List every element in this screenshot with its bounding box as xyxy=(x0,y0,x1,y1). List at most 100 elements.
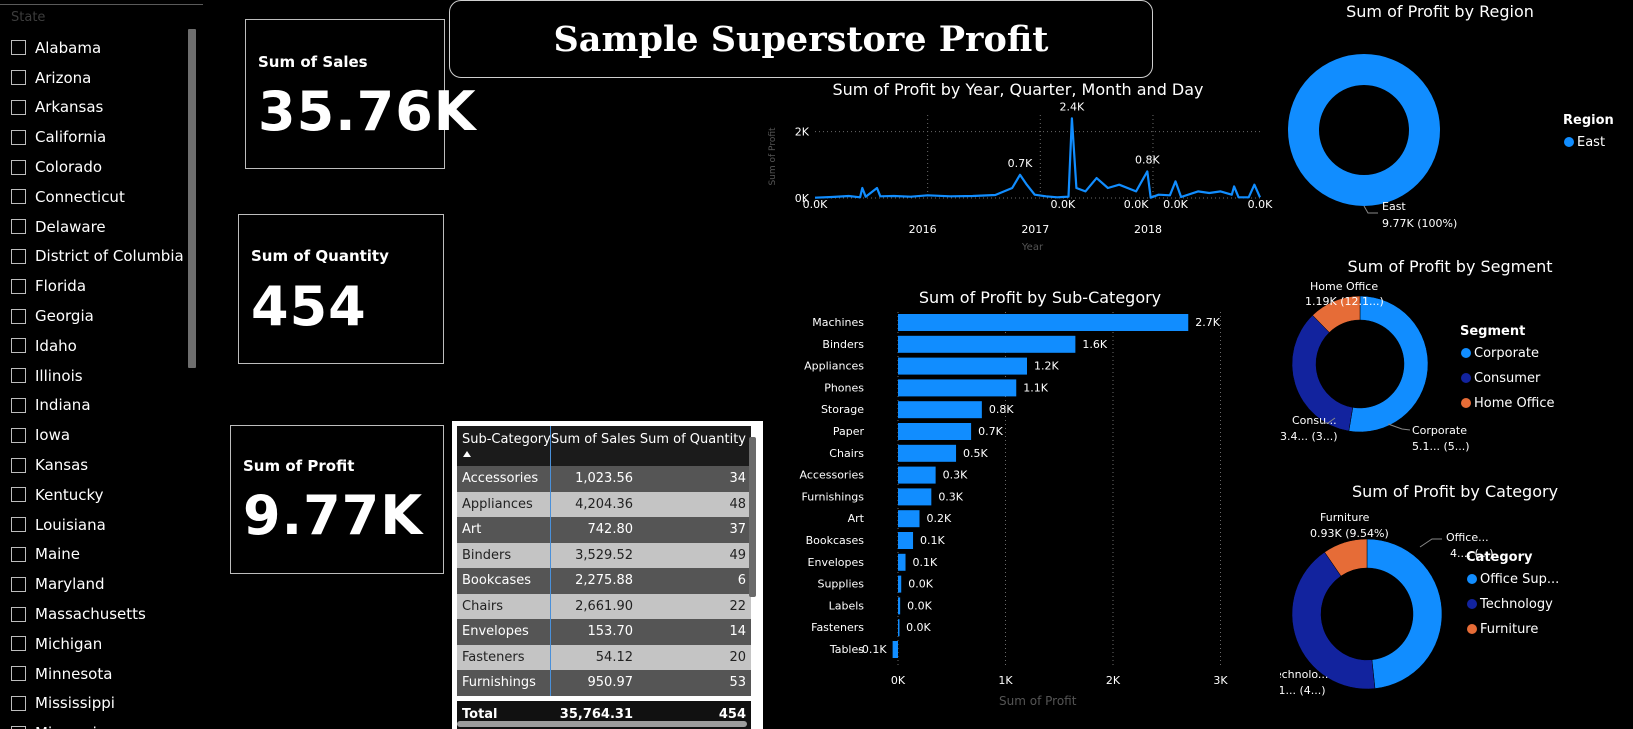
slicer-item[interactable]: Georgia xyxy=(11,301,191,331)
card-sum-of-sales: Sum of Sales 35.76K xyxy=(245,19,476,169)
table-row[interactable]: Bookcases 2,275.88 6 xyxy=(457,568,751,594)
leader-line xyxy=(1419,538,1442,548)
checkbox[interactable] xyxy=(11,159,26,175)
slicer-item[interactable]: Arizona xyxy=(11,63,191,93)
checkbox[interactable] xyxy=(11,636,26,652)
slicer-item-label: Illinois xyxy=(35,366,83,385)
slicer-item[interactable]: Indiana xyxy=(11,391,191,421)
table-cell: 54.12 xyxy=(595,649,633,665)
data-label: Furniture xyxy=(1320,511,1370,524)
column-header-sum-of-sales[interactable]: Sum of Sales xyxy=(551,426,638,466)
slicer-scrollbar[interactable] xyxy=(188,29,196,368)
data-label: 0.8K xyxy=(1135,153,1160,166)
checkbox[interactable] xyxy=(11,248,26,264)
slicer-item[interactable]: Louisiana xyxy=(11,510,191,540)
checkbox[interactable] xyxy=(11,517,26,533)
slicer-item[interactable]: Massachusetts xyxy=(11,599,191,629)
slicer-item[interactable]: Florida xyxy=(11,271,191,301)
slicer-item[interactable]: Michigan xyxy=(11,629,191,659)
bar xyxy=(898,553,906,571)
table-vertical-scrollbar[interactable] xyxy=(749,437,756,597)
category-label: Envelopes xyxy=(808,556,865,569)
checkbox[interactable] xyxy=(11,427,26,443)
slicer-item[interactable]: Colorado xyxy=(11,152,191,182)
table-row[interactable]: Accessories 1,023.56 34 xyxy=(457,466,751,492)
slicer-item[interactable]: Minnesota xyxy=(11,659,191,689)
segment-donut-title: Sum of Profit by Segment xyxy=(1347,257,1553,276)
slicer-item[interactable]: Iowa xyxy=(11,420,191,450)
table-row[interactable]: Chairs 2,661.90 22 xyxy=(457,593,751,619)
column-header-sub-category[interactable]: Sub-Category xyxy=(457,426,551,466)
checkbox[interactable] xyxy=(11,666,26,682)
category-label: Fasteners xyxy=(811,621,864,634)
checkbox[interactable] xyxy=(11,606,26,622)
bar xyxy=(898,379,1017,397)
profit-by-subcategory-bar-chart: 0K1K2K3KSum of ProfitSub-CategoryMachine… xyxy=(800,312,1228,708)
slicer-item[interactable]: District of Columbia xyxy=(11,242,191,272)
checkbox[interactable] xyxy=(11,487,26,503)
checkbox[interactable] xyxy=(11,397,26,413)
slicer-item[interactable]: Maryland xyxy=(11,569,191,599)
slicer-item[interactable]: Connecticut xyxy=(11,182,191,212)
slicer-item[interactable]: Mississippi xyxy=(11,689,191,719)
table-horizontal-scrollbar[interactable] xyxy=(457,721,747,727)
checkbox[interactable] xyxy=(11,368,26,384)
table-cell: 22 xyxy=(729,598,746,614)
checkbox[interactable] xyxy=(11,308,26,324)
slicer-item[interactable]: Missouri xyxy=(11,718,191,729)
legend-label: Technology xyxy=(1479,597,1553,612)
legend-marker xyxy=(1467,574,1477,584)
data-label: 4.1... (4...) xyxy=(1280,684,1326,697)
profit-by-date-line-chart: 0K2K2016 2017 2018Sum of ProfitYear0.0K0.7… xyxy=(768,100,1273,253)
slicer-item[interactable]: Delaware xyxy=(11,212,191,242)
legend-marker xyxy=(1564,137,1574,147)
category-label: Appliances xyxy=(804,360,864,373)
bar xyxy=(898,532,914,549)
column-header-sum-of-quantity[interactable]: Sum of Quantity xyxy=(638,426,751,466)
table-row[interactable]: Binders 3,529.52 49 xyxy=(457,542,751,568)
category-label: Machines xyxy=(812,316,864,329)
table-row[interactable]: Envelopes 153.70 14 xyxy=(457,619,751,645)
card-value: 9.77K xyxy=(243,484,424,547)
card-value: 454 xyxy=(251,275,367,338)
x-tick-label: 3K xyxy=(1213,674,1228,687)
slicer-item[interactable]: Kansas xyxy=(11,450,191,480)
table-cell: 950.97 xyxy=(587,675,634,690)
bar xyxy=(898,444,957,462)
slicer-item[interactable]: Illinois xyxy=(11,361,191,391)
y-tick-label: 2K xyxy=(795,126,810,139)
profit-by-segment-donut: Home Office 1.19K (12.1...) Consu... 3.4...… xyxy=(1280,280,1554,453)
slicer-item[interactable]: Arkansas xyxy=(11,93,191,123)
slicer-item[interactable]: Kentucky xyxy=(11,480,191,510)
checkbox[interactable] xyxy=(11,278,26,294)
slicer-item[interactable]: California xyxy=(11,122,191,152)
table-row[interactable]: Furnishings 950.97 53 xyxy=(457,670,751,696)
checkbox[interactable] xyxy=(11,695,26,711)
category-label: Chairs xyxy=(829,447,864,460)
checkbox[interactable] xyxy=(11,70,26,86)
data-label: 1.6K xyxy=(1082,338,1107,351)
table-row[interactable]: Appliances 4,204.36 48 xyxy=(457,491,751,517)
sort-ascending-icon xyxy=(463,451,471,457)
checkbox[interactable] xyxy=(11,576,26,592)
checkbox[interactable] xyxy=(11,219,26,235)
checkbox[interactable] xyxy=(11,129,26,145)
table-row[interactable]: Fasteners 54.12 20 xyxy=(457,644,751,670)
checkbox[interactable] xyxy=(11,338,26,354)
table-cell: Bookcases xyxy=(457,568,551,594)
slicer-item[interactable]: Alabama xyxy=(11,33,191,63)
table-row[interactable]: Art 742.80 37 xyxy=(457,517,751,543)
category-label: Bookcases xyxy=(806,534,865,547)
checkbox[interactable] xyxy=(11,189,26,205)
checkbox[interactable] xyxy=(11,40,26,56)
slicer-item[interactable]: Idaho xyxy=(11,331,191,361)
y-axis-title: Sum of Profit xyxy=(768,127,778,186)
checkbox[interactable] xyxy=(11,546,26,562)
slicer-item[interactable]: Maine xyxy=(11,540,191,570)
card-label: Sum of Profit xyxy=(243,457,355,475)
data-label: -0.1K xyxy=(858,643,887,656)
table-cell: 53 xyxy=(729,675,746,690)
checkbox[interactable] xyxy=(11,457,26,473)
bar xyxy=(898,401,982,419)
checkbox[interactable] xyxy=(11,99,26,115)
